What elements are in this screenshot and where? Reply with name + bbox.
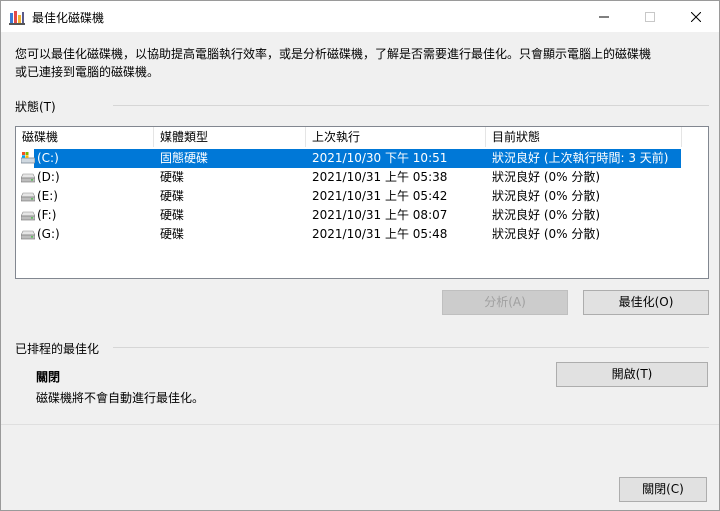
analyze-button: 分析(A) [442, 290, 568, 315]
drive-last-run: 2021/10/31 上午 08:07 [312, 208, 448, 222]
drive-media-type: 硬碟 [160, 227, 185, 241]
hard-disk-icon [21, 230, 35, 240]
drive-row-g[interactable]: (G:) 硬碟 2021/10/31 上午 05:48 狀況良好 (0% 分散) [16, 225, 708, 244]
column-header-media-type[interactable]: 媒體類型 [154, 127, 306, 147]
maximize-icon [645, 11, 655, 22]
title-bar[interactable]: 最佳化磁碟機 [1, 1, 719, 32]
drive-media-type: 硬碟 [160, 170, 185, 184]
drive-name: (D:) [37, 170, 60, 184]
optimize-button[interactable]: 最佳化(O) [583, 290, 709, 315]
drive-row-f[interactable]: (F:) 硬碟 2021/10/31 上午 08:07 狀況良好 (0% 分散) [16, 206, 708, 225]
schedule-divider [113, 347, 709, 348]
drive-last-run: 2021/10/30 下午 10:51 [312, 151, 448, 165]
drive-media-type: 硬碟 [160, 208, 185, 222]
hard-disk-icon [21, 211, 35, 221]
drive-last-run: 2021/10/31 上午 05:38 [312, 170, 448, 184]
description-line-1: 您可以最佳化磁碟機，以協助提高電腦執行效率，或是分析磁碟機，了解是否需要進行最佳… [15, 47, 652, 61]
drive-status: 狀況良好 (上次執行時間: 3 天前) [492, 151, 669, 165]
ssd-system-drive-icon [21, 152, 35, 164]
drives-list-header: 磁碟機 媒體類型 上次執行 目前狀態 [16, 127, 708, 147]
hard-disk-icon [21, 173, 35, 183]
status-divider [113, 105, 709, 106]
drive-last-run: 2021/10/31 上午 05:48 [312, 227, 448, 241]
drive-name: (G:) [37, 227, 60, 241]
drive-row-e[interactable]: (E:) 硬碟 2021/10/31 上午 05:42 狀況良好 (0% 分散) [16, 187, 708, 206]
column-header-current-status[interactable]: 目前狀態 [486, 127, 682, 147]
description-line-2: 或已連接到電腦的磁碟機。 [15, 65, 160, 79]
drive-media-type: 固態硬碟 [160, 151, 209, 165]
defrag-app-icon [9, 11, 25, 25]
close-icon [691, 11, 701, 22]
drive-name: (C:) [37, 151, 59, 165]
optimize-drives-window: 最佳化磁碟機 您可以最佳化磁碟機，以協助提高電腦執行效率，或是分析磁碟機，了解是… [0, 0, 720, 511]
schedule-state: 關閉 [36, 370, 61, 384]
drive-name: (E:) [37, 189, 58, 203]
close-button[interactable]: 關閉(C) [619, 477, 707, 502]
close-window-button[interactable] [673, 1, 719, 32]
description-text: 您可以最佳化磁碟機，以協助提高電腦執行效率，或是分析磁碟機，了解是否需要進行最佳… [15, 45, 705, 81]
hard-disk-icon [21, 192, 35, 202]
maximize-button [627, 1, 673, 32]
drive-name: (F:) [37, 208, 57, 222]
drive-status: 狀況良好 (0% 分散) [492, 208, 601, 222]
drive-row-c[interactable]: (C:) 固態硬碟 2021/10/30 下午 10:51 狀況良好 (上次執行… [16, 149, 708, 168]
window-title: 最佳化磁碟機 [32, 11, 105, 25]
schedule-section-label: 已排程的最佳化 [15, 342, 100, 356]
drive-row-d[interactable]: (D:) 硬碟 2021/10/31 上午 05:38 狀況良好 (0% 分散) [16, 168, 708, 187]
column-header-last-run[interactable]: 上次執行 [306, 127, 486, 147]
dialog-content: 您可以最佳化磁碟機，以協助提高電腦執行效率，或是分析磁碟機，了解是否需要進行最佳… [1, 32, 719, 510]
column-header-drive[interactable]: 磁碟機 [16, 127, 154, 147]
drive-last-run: 2021/10/31 上午 05:42 [312, 189, 448, 203]
enable-schedule-button[interactable]: 開啟(T) [556, 362, 708, 387]
drive-status: 狀況良好 (0% 分散) [492, 189, 601, 203]
drive-status: 狀況良好 (0% 分散) [492, 227, 601, 241]
minimize-icon [599, 16, 609, 17]
footer-bar: 關閉(C) [1, 424, 719, 510]
status-section-label: 狀態(T) [15, 100, 56, 114]
drive-status: 狀況良好 (0% 分散) [492, 170, 601, 184]
drive-media-type: 硬碟 [160, 189, 185, 203]
drives-list[interactable]: 磁碟機 媒體類型 上次執行 目前狀態 (C:) 固態硬碟 2021/10/30 … [15, 126, 709, 279]
schedule-detail: 磁碟機將不會自動進行最佳化。 [36, 391, 205, 405]
minimize-button[interactable] [581, 1, 627, 32]
